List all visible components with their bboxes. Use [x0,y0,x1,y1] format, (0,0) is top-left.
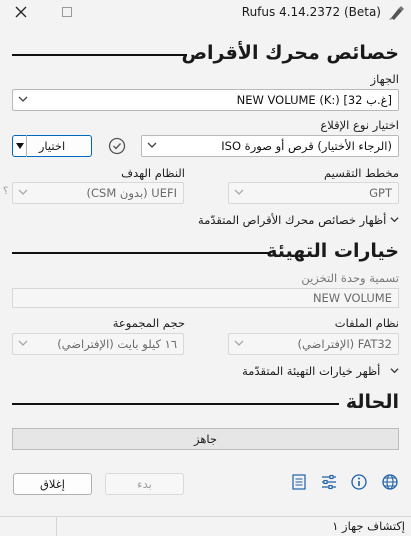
globe-icon [382,474,398,490]
drive-advanced-label: أظهار خصائص محرك الأقراص المتقدّمة [198,213,387,227]
check-circle-icon [108,137,126,155]
pen-drive-icon [389,6,404,20]
close-icon [15,6,27,18]
boot-selection-value: (الرجاء الأختيار) قرص أو صورة ISO [221,139,392,153]
chevron-down-icon [234,189,244,195]
cluster-size-value: ١٦ كيلو بايت (الإفتراضي) [57,337,177,351]
log-icon [292,474,306,490]
close-button[interactable]: إغلاق [13,473,92,495]
close-window-button[interactable] [12,3,30,21]
drive-advanced-toggle[interactable]: أظهار خصائص محرك الأقراص المتقدّمة [198,213,399,227]
select-button-label: اختيار [38,139,66,153]
cluster-size-dropdown[interactable]: ١٦ كيلو بايت (الإفتراضي) [12,333,184,355]
section-divider [12,252,269,254]
caret-down-icon [16,143,24,149]
start-button-label: بدء [137,477,152,491]
section-divider [12,403,339,405]
target-system-dropdown[interactable]: UEFI (بدون CSM) [12,182,184,204]
volume-label-label: تسمية وحدة التخزين [301,271,399,285]
maximize-button[interactable] [62,7,72,17]
chevron-down-icon [18,340,28,346]
target-system-help[interactable]: ؟ [3,186,8,197]
format-advanced-toggle[interactable]: أظهر خيارات التهيئة المتقدّمة [242,364,399,378]
chevron-down-icon [147,142,157,148]
start-button[interactable]: بدء [105,473,184,495]
about-button[interactable] [350,473,368,491]
volume-label-value: NEW VOLUME [312,291,392,305]
progress-bar: جاهز [12,428,399,450]
device-value: NEW VOLUME (K:) [32 غ.ب] [236,93,392,107]
partition-scheme-value: GPT [369,186,392,200]
chevron-down-icon [234,340,244,346]
settings-icon [322,474,336,490]
status-bar-divider [56,517,57,536]
chevron-down-icon [18,96,28,102]
boot-selection-label: اختيار نوع الإقلاع [320,118,399,132]
chevron-down-icon [390,217,399,223]
file-system-value: FAT32 (الإفتراضي) [297,337,392,351]
status-bar-text: إكتشاف جهاز ١ [332,519,405,533]
app-icon [387,4,405,22]
device-dropdown[interactable]: NEW VOLUME (K:) [32 غ.ب] [12,89,399,111]
format-options-heading: خيارات التهيئة [266,240,399,262]
drive-properties-heading: خصائص محرك الأقراص [181,42,399,64]
chevron-down-icon [18,189,28,195]
chevron-down-icon [390,368,399,374]
file-system-label: نظام الملفات [334,316,399,330]
partition-scheme-label: مخطط التقسيم [324,166,399,180]
target-system-label: النظام الهدف [121,166,185,180]
verify-iso-button[interactable] [107,136,127,156]
cluster-size-label: حجم المجموعة [112,316,185,330]
partition-scheme-dropdown[interactable]: GPT [228,182,399,204]
file-system-dropdown[interactable]: FAT32 (الإفتراضي) [228,333,399,355]
progress-text: جاهز [193,432,218,446]
volume-label-input[interactable]: NEW VOLUME [12,288,399,308]
boot-selection-dropdown[interactable]: (الرجاء الأختيار) قرص أو صورة ISO [141,135,399,157]
info-icon [351,474,367,490]
window-title: Rufus 4.14.2372 (Beta) [241,5,381,19]
language-button[interactable] [381,473,399,491]
device-label: الجهاز [370,72,399,86]
section-divider [12,54,187,56]
format-advanced-label: أظهر خيارات التهيئة المتقدّمة [242,364,381,378]
select-split-dropdown[interactable] [12,135,27,157]
settings-button[interactable] [320,473,338,491]
log-button[interactable] [290,473,308,491]
status-heading: الحالة [345,391,399,413]
close-button-label: إغلاق [40,477,65,491]
target-system-value: UEFI (بدون CSM) [86,186,177,200]
